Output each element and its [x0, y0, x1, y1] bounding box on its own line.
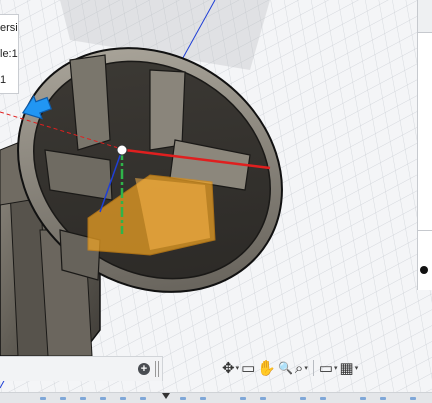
chevron-down-icon: ▾	[235, 365, 240, 372]
timeline-feature[interactable]	[40, 397, 46, 400]
timeline-feature[interactable]	[80, 397, 86, 400]
timeline-feature[interactable]	[140, 397, 146, 400]
radio-bullet-icon[interactable]	[420, 266, 428, 274]
resize-grip-icon[interactable]	[155, 361, 159, 377]
grid-settings-button[interactable]: ▦ ▾	[340, 357, 359, 379]
timeline-feature[interactable]	[200, 397, 206, 400]
left-info-panel: ersis le:1 1	[0, 14, 19, 94]
timeline-feature[interactable]	[120, 397, 126, 400]
panel-row-1[interactable]: ersis	[0, 15, 18, 41]
timeline-bar[interactable]	[0, 392, 432, 403]
panel-row-2[interactable]: le:1	[0, 41, 18, 67]
model-canvas[interactable]	[0, 0, 432, 402]
timeline-marker[interactable]	[162, 393, 170, 399]
rib-top-right	[149, 69, 186, 151]
grid-icon: ▦	[339, 360, 354, 377]
fit-button[interactable]: ⌕ ▾	[295, 357, 308, 379]
chevron-down-icon: ▾	[334, 365, 338, 372]
timeline-feature[interactable]	[260, 397, 266, 400]
timeline-feature[interactable]	[180, 397, 186, 400]
zoom-fit-icon: ⌕	[294, 359, 304, 377]
chevron-down-icon: ▾	[354, 365, 359, 372]
origin-point[interactable]	[116, 144, 128, 156]
pan-button[interactable]: ✋	[257, 357, 276, 379]
zoom-button[interactable]: 🔍	[278, 357, 293, 379]
browser-bar: +	[0, 356, 163, 381]
add-icon[interactable]: +	[138, 363, 150, 375]
dialog-divider	[418, 230, 432, 231]
move-icon: ✥	[222, 360, 235, 377]
timeline-feature[interactable]	[100, 397, 106, 400]
dialog-header	[418, 0, 432, 33]
timeline-feature[interactable]	[380, 397, 386, 400]
panel-row-3[interactable]: 1	[0, 67, 18, 93]
navigation-toolbar: ✥ ▾ ▭ ✋ 🔍 ⌕ ▾ ▭ ▾ ▦ ▾	[222, 356, 432, 380]
chevron-down-icon: ▾	[304, 365, 308, 372]
timeline-feature[interactable]	[60, 397, 66, 400]
hand-icon: ✋	[257, 360, 276, 377]
camera-icon: ▭	[241, 360, 256, 377]
timeline-feature[interactable]	[300, 397, 306, 400]
right-dialog-panel	[417, 0, 432, 290]
toolbar-separator	[312, 360, 314, 376]
monitor-icon: ▭	[318, 360, 334, 377]
display-settings-button[interactable]: ▭ ▾	[319, 357, 338, 379]
capture-image-button[interactable]: ▭	[241, 357, 255, 379]
3d-viewport[interactable]	[0, 0, 432, 402]
timeline-feature[interactable]	[240, 397, 246, 400]
timeline-feature[interactable]	[360, 397, 366, 400]
zoom-icon: 🔍	[277, 361, 293, 375]
orbit-tool-button[interactable]: ✥ ▾	[222, 357, 239, 379]
timeline-feature[interactable]	[320, 397, 326, 400]
timeline-feature[interactable]	[410, 397, 416, 400]
